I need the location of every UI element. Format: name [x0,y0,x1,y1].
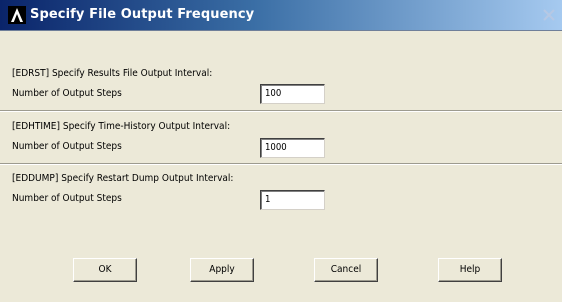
section-separator [0,110,562,112]
eddump-steps-input[interactable]: 1 [260,190,325,210]
window-title: Specify File Output Frequency [30,7,255,22]
edrst-steps-input[interactable]: 100 [260,84,325,104]
edhtime-steps-input[interactable]: 1000 [260,138,325,158]
ok-button[interactable]: OK [73,258,137,282]
eddump-heading: [EDDUMP] Specify Restart Dump Output Int… [12,173,234,184]
edrst-heading: [EDRST] Specify Results File Output Inte… [12,68,213,79]
section-separator [0,163,562,165]
close-button[interactable] [540,6,558,24]
edrst-steps-label: Number of Output Steps [12,88,122,99]
close-icon [543,9,555,21]
apply-button[interactable]: Apply [190,258,254,282]
eddump-steps-label: Number of Output Steps [12,193,122,204]
edhtime-heading: [EDHTIME] Specify Time-History Output In… [12,121,231,132]
help-button[interactable]: Help [438,258,502,282]
ansys-logo-icon [8,6,26,24]
edhtime-steps-label: Number of Output Steps [12,141,122,152]
cancel-button[interactable]: Cancel [314,258,378,282]
title-bar[interactable]: Specify File Output Frequency [0,0,562,31]
